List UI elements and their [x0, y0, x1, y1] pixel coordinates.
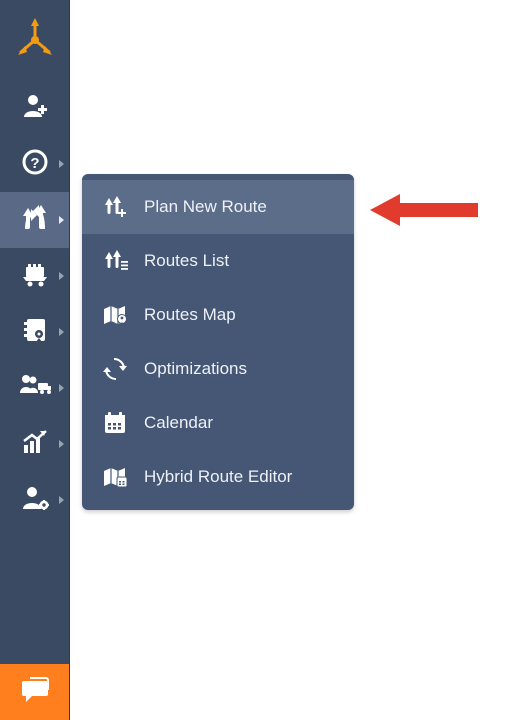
app-root: ? [0, 0, 528, 720]
sidebar-chat-button[interactable] [0, 664, 69, 720]
map-fold-icon [100, 303, 130, 327]
help-circle-icon: ? [20, 147, 50, 182]
map-clock-icon [100, 465, 130, 489]
flyout-item-optimizations[interactable]: Optimizations [82, 342, 354, 396]
flyout-item-label: Optimizations [144, 359, 336, 379]
book-pin-icon [20, 315, 50, 350]
sidebar-item-help[interactable]: ? [0, 136, 69, 192]
user-gear-icon [20, 483, 50, 518]
recycle-icon [100, 357, 130, 381]
routes-flyout: Plan New Route Routes List [82, 174, 354, 510]
logo-arrows-icon [13, 16, 57, 65]
cart-icon [20, 259, 50, 294]
flyout-item-routes-list[interactable]: Routes List [82, 234, 354, 288]
svg-text:?: ? [30, 155, 39, 172]
sidebar-item-orders[interactable] [0, 248, 69, 304]
flyout-item-label: Calendar [144, 413, 336, 433]
chevron-right-icon [59, 216, 64, 224]
flyout-item-label: Routes Map [144, 305, 336, 325]
chevron-right-icon [59, 160, 64, 168]
sidebar-item-analytics[interactable] [0, 416, 69, 472]
sidebar-spacer [0, 528, 69, 664]
chevron-right-icon [59, 440, 64, 448]
sidebar-top: ? [0, 0, 69, 528]
chevron-right-icon [59, 496, 64, 504]
sidebar: ? [0, 0, 70, 720]
flyout-item-hybrid-route-editor[interactable]: Hybrid Route Editor [82, 450, 354, 504]
flyout-item-routes-map[interactable]: Routes Map [82, 288, 354, 342]
annotation-arrow-left [370, 190, 480, 235]
chevron-right-icon [59, 328, 64, 336]
route-arrows-icon [19, 203, 51, 238]
sidebar-item-addressbook[interactable] [0, 304, 69, 360]
users-truck-icon [18, 371, 52, 406]
flyout-item-label: Hybrid Route Editor [144, 467, 336, 487]
chevron-right-icon [59, 384, 64, 392]
flyout-item-calendar[interactable]: Calendar [82, 396, 354, 450]
calendar-icon [100, 411, 130, 435]
sidebar-item-routes[interactable] [0, 192, 69, 248]
sidebar-item-team[interactable] [0, 360, 69, 416]
route-plus-icon [100, 195, 130, 219]
flyout-item-label: Routes List [144, 251, 336, 271]
sidebar-item-add-user[interactable] [0, 80, 69, 136]
sidebar-logo [0, 0, 69, 80]
route-list-icon [100, 249, 130, 273]
flyout-item-plan-new-route[interactable]: Plan New Route [82, 180, 354, 234]
sidebar-item-admin[interactable] [0, 472, 69, 528]
chart-up-icon [20, 427, 50, 462]
chat-bubble-icon [20, 675, 50, 710]
chevron-right-icon [59, 272, 64, 280]
flyout-item-label: Plan New Route [144, 197, 336, 217]
user-plus-icon [20, 91, 50, 126]
